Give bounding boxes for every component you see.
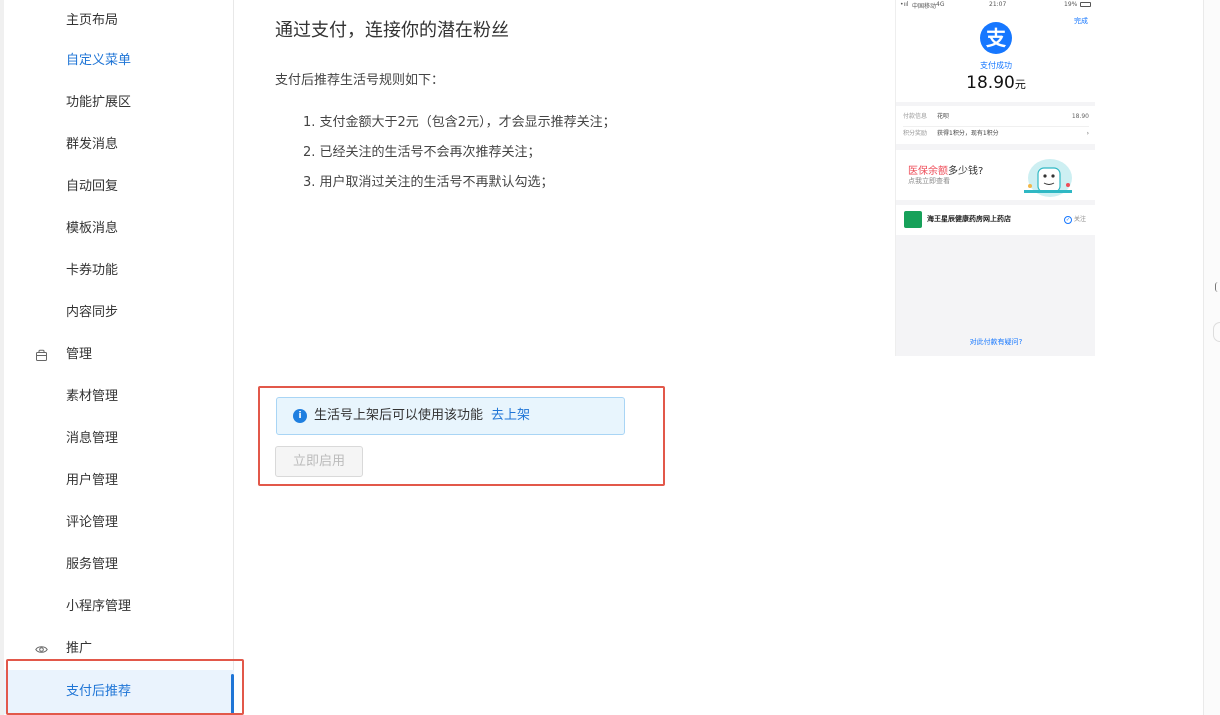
- right-scroll-area: [1203, 0, 1220, 715]
- shop-follow: ✓ 关注: [1063, 214, 1086, 224]
- sidebar-item-content-sync[interactable]: 内容同步: [4, 292, 234, 334]
- status-network: 4G: [936, 1, 945, 8]
- eye-icon: [35, 646, 48, 653]
- rules-intro: 支付后推荐生活号规则如下：: [275, 73, 445, 88]
- bag-icon: [36, 349, 47, 361]
- edge-handle-icon: [1215, 282, 1219, 292]
- alipay-logo-icon: 支: [980, 22, 1012, 54]
- app-root: 主页布局 自定义菜单 功能扩展区 群发消息 自动回复 模板消息 卡券功能 内容同…: [0, 0, 1220, 715]
- page-title: 通过支付，连接你的潜在粉丝: [275, 20, 509, 41]
- phone-ad-banner: 医保余额多少钱? 点我立即查看: [896, 150, 1095, 200]
- sidebar-item-comments[interactable]: 评论管理: [4, 502, 234, 544]
- battery-icon: [1080, 2, 1091, 7]
- sidebar-item-auto-reply[interactable]: 自动回复: [4, 166, 234, 208]
- phone-done-link: 完成: [1074, 17, 1088, 25]
- phone-status-bar: •ııl 中国移动 4G 21:07 19%: [900, 1, 1092, 10]
- rule-item: 3. 用户取消过关注的生活号不再默认勾选；: [303, 175, 554, 190]
- banner-subtitle: 点我立即查看: [908, 177, 950, 185]
- highlight-box-notice: [258, 386, 665, 486]
- phone-preview: •ııl 中国移动 4G 21:07 19% 完成 支 支付成功 18.90元 …: [895, 0, 1095, 356]
- check-icon: ✓: [1063, 216, 1072, 224]
- phone-pay-result: •ııl 中国移动 4G 21:07 19% 完成 支 支付成功 18.90元: [896, 0, 1095, 102]
- status-time: 21:07: [989, 1, 1007, 8]
- edge-tab-icon: [1213, 322, 1220, 342]
- row-value: 花呗: [937, 113, 950, 120]
- rules-list: 1. 支付金额大于2元（包含2元），才会显示推荐关注； 2. 已经关注的生活号不…: [303, 108, 616, 198]
- rule-item: 2. 已经关注的生活号不会再次推荐关注；: [303, 145, 541, 160]
- sidebar-group-promo-label: 推广: [66, 641, 93, 656]
- main-content: 通过支付，连接你的潜在粉丝 支付后推荐生活号规则如下： 1. 支付金额大于2元（…: [235, 0, 1200, 715]
- banner-title: 医保余额多少钱?: [908, 162, 983, 177]
- shop-name: 海王星辰健康药房网上药店: [927, 215, 1011, 223]
- sidebar-item-material[interactable]: 素材管理: [4, 376, 234, 418]
- sidebar-item-users[interactable]: 用户管理: [4, 460, 234, 502]
- sidebar-item-mass-message[interactable]: 群发消息: [4, 124, 234, 166]
- sidebar-item-template-message[interactable]: 模板消息: [4, 208, 234, 250]
- sidebar-item-messages[interactable]: 消息管理: [4, 418, 234, 460]
- sidebar-group-manage-label: 管理: [66, 347, 93, 362]
- highlight-box-sidebar: [6, 659, 244, 715]
- status-signal-icon: •ııl: [900, 1, 909, 8]
- row-key: 积分奖励: [903, 130, 928, 137]
- pay-amount: 18.90元: [896, 73, 1095, 93]
- status-carrier: 中国移动: [912, 3, 937, 10]
- row-right: ›: [1086, 130, 1089, 137]
- rule-item: 1. 支付金额大于2元（包含2元），才会显示推荐关注；: [303, 115, 616, 130]
- row-key: 付款信息: [903, 113, 928, 120]
- pay-amount-value: 18.90: [966, 73, 1015, 93]
- status-battery: 19%: [1064, 1, 1078, 8]
- pay-success-text: 支付成功: [980, 61, 1012, 70]
- row-value: 获得1积分，现有1积分: [937, 130, 999, 137]
- sidebar-group-manage: 管理: [4, 334, 234, 376]
- banner-illustration-icon: [1024, 159, 1072, 197]
- banner-title-rest: 多少钱?: [948, 166, 984, 177]
- pay-amount-unit: 元: [1014, 78, 1026, 91]
- shop-logo-icon: [904, 211, 922, 228]
- phone-question-link: 对此付款有疑问?: [969, 338, 1023, 346]
- phone-info-row: 积分奖励 获得1积分，现有1积分 ›: [903, 126, 1089, 140]
- phone-info-rows: 付款信息 花呗 18.90 积分奖励 获得1积分，现有1积分 ›: [896, 106, 1095, 144]
- sidebar-item-custom-menu[interactable]: 自定义菜单: [4, 40, 234, 82]
- shop-follow-label: 关注: [1073, 216, 1086, 223]
- sidebar-item-mini-program[interactable]: 小程序管理: [4, 586, 234, 628]
- sidebar-item-coupons[interactable]: 卡券功能: [4, 250, 234, 292]
- sidebar-item-services[interactable]: 服务管理: [4, 544, 234, 586]
- phone-recommend-shop: 海王星辰健康药房网上药店 ✓ 关注: [896, 205, 1095, 235]
- row-right: 18.90: [1071, 113, 1089, 120]
- sidebar-item-home-layout[interactable]: 主页布局: [4, 0, 234, 42]
- sidebar: 主页布局 自定义菜单 功能扩展区 群发消息 自动回复 模板消息 卡券功能 内容同…: [4, 0, 234, 715]
- sidebar-item-extension[interactable]: 功能扩展区: [4, 82, 234, 124]
- phone-info-row: 付款信息 花呗 18.90: [903, 110, 1089, 124]
